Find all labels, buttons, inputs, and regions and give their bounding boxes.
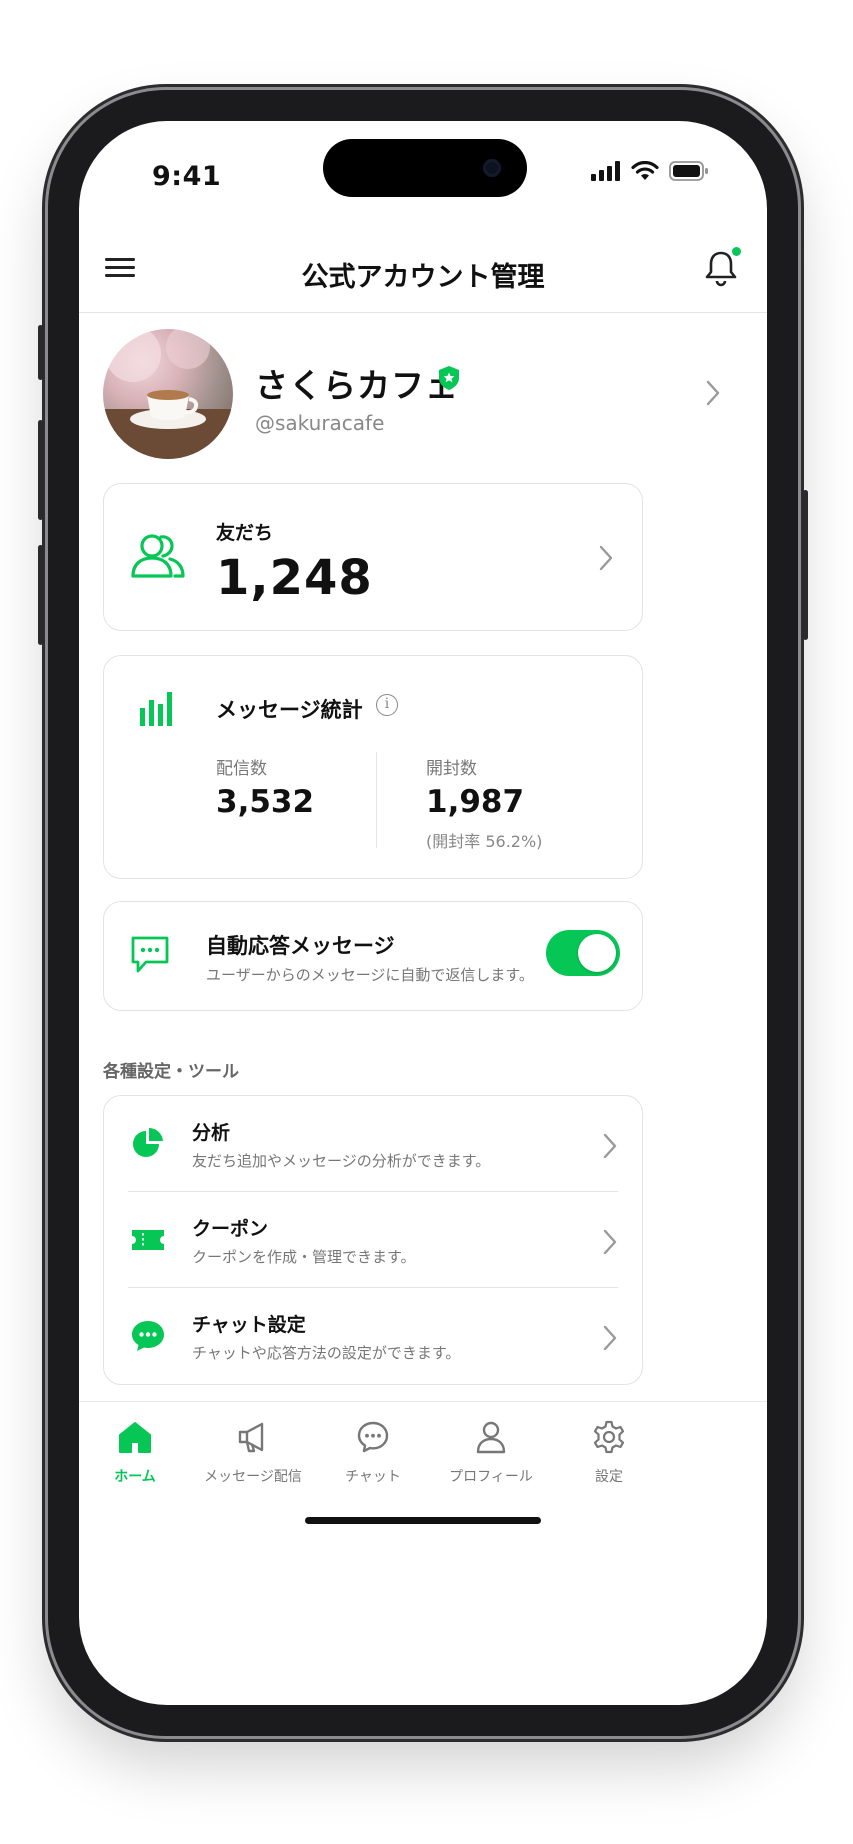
tool-title: チャット設定 [192,1314,306,1336]
chat-bubble-icon [132,1321,164,1351]
person-icon [476,1421,506,1454]
friends-icon [131,534,185,578]
ticket-icon [132,1230,164,1250]
friends-count: 1,248 [216,550,373,606]
status-bar: 9:41 [79,121,767,211]
wifi-icon [631,161,659,180]
verified-badge-icon [439,366,459,390]
camera-icon [483,159,501,177]
app-header: 公式アカウント管理 [79,231,767,313]
nav-profile[interactable]: プロフィール [431,1420,551,1486]
opened-label: 開封数 [426,759,477,779]
status-time: 9:41 [152,161,222,192]
auto-reply-description: ユーザーからのメッセージに自動で返信します。 [206,966,534,984]
tool-description: 友だち追加やメッセージの分析ができます。 [192,1152,491,1170]
chevron-right-icon [603,1229,617,1255]
tool-row-analytics[interactable]: 分析 友だち追加やメッセージの分析ができます。 [104,1096,642,1191]
volume-up-button [38,420,43,520]
nav-label: チャット [345,1469,401,1485]
nav-message-broadcast[interactable]: メッセージ配信 [193,1420,313,1486]
auto-reply-card: 自動応答メッセージ ユーザーからのメッセージに自動で返信します。 [103,901,643,1011]
nav-home[interactable]: ホーム [79,1420,195,1486]
account-id: @sakuracafe [255,411,385,435]
friends-card[interactable]: 友だち 1,248 [103,483,643,631]
avatar [103,329,233,459]
sent-label: 配信数 [216,759,267,779]
chevron-right-icon [706,380,720,406]
silent-switch [38,325,43,380]
dynamic-island [323,139,527,197]
message-icon [131,936,169,973]
nav-chat[interactable]: チャット [313,1420,433,1486]
chat-icon [357,1421,389,1453]
tools-card: 分析 友だち追加やメッセージの分析ができます。 クーポン クーポンを作成・管理で… [103,1095,643,1385]
nav-label: プロフィール [449,1469,533,1485]
account-name: さくらカフェ [255,366,459,405]
volume-down-button [38,545,43,645]
nav-settings[interactable]: 設定 [549,1420,669,1486]
chevron-right-icon [603,1325,617,1351]
bar-chart-icon [140,692,172,726]
gear-icon [593,1420,625,1454]
tool-description: チャットや応答方法の設定ができます。 [192,1344,461,1362]
nav-label: 設定 [595,1469,623,1485]
chevron-right-icon [603,1133,617,1159]
signal-icon [591,161,620,181]
status-icons [591,161,709,181]
tool-description: クーポンを作成・管理できます。 [192,1248,416,1266]
info-icon[interactable]: i [376,694,398,716]
nav-label: メッセージ配信 [204,1469,302,1485]
home-indicator [305,1517,541,1524]
chevron-right-icon [599,545,613,571]
section-label: 各種設定・ツール [103,1062,239,1082]
toggle-knob [578,934,616,972]
stats-divider [376,752,377,848]
power-button [803,490,808,640]
auto-reply-title: 自動応答メッセージ [206,934,395,958]
tool-title: 分析 [192,1122,231,1144]
open-rate: (開封率 56.2%) [426,832,543,851]
battery-icon [669,161,708,181]
stats-title: メッセージ統計 [216,698,363,722]
coffee-cup-image [103,329,233,459]
page-title: 公式アカウント管理 [301,262,545,293]
pie-chart-icon [133,1128,163,1157]
sent-value: 3,532 [216,784,315,820]
opened-value: 1,987 [426,784,525,820]
home-icon [119,1422,151,1453]
tool-row-coupon[interactable]: クーポン クーポンを作成・管理できます。 [104,1192,642,1287]
notification-badge [732,247,741,256]
tool-row-chat-settings[interactable]: チャット設定 チャットや応答方法の設定ができます。 [104,1288,642,1383]
tool-title: クーポン [192,1218,269,1240]
auto-reply-toggle[interactable] [546,930,620,976]
profile-header[interactable]: さくらカフェ @sakuracafe [103,329,743,459]
phone-frame: 9:41 公式アカウント管理 さくらカフェ @sakuracafe 友だち 1,… [38,90,808,1736]
nav-label: ホーム [114,1469,156,1485]
screen: 9:41 公式アカウント管理 さくらカフェ @sakuracafe 友だち 1,… [79,121,767,1705]
message-stats-card: メッセージ統計 i 配信数 3,532 開封数 1,987 (開封率 56.2%… [103,655,643,879]
bottom-nav: ホーム メッセージ配信 チャット プロフィール 設定 [79,1401,767,1531]
megaphone-icon [238,1422,264,1453]
notification-button[interactable] [703,247,741,287]
friends-label: 友だち [216,522,274,544]
